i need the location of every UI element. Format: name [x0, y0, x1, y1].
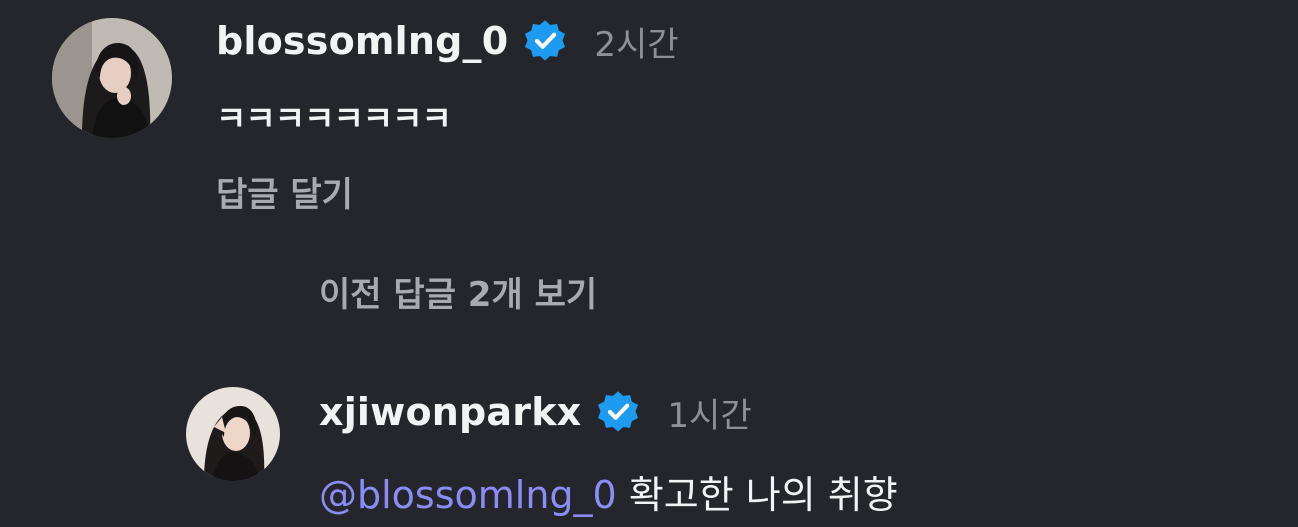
- avatar[interactable]: [186, 387, 280, 481]
- reply-message: 확고한 나의 취향: [628, 473, 898, 517]
- reply-header: xjiwonparkx 1시간: [319, 386, 752, 438]
- username[interactable]: blossomlng_0: [216, 19, 508, 63]
- verified-badge-icon: [595, 389, 641, 435]
- mention-link[interactable]: @blossomlng_0: [319, 473, 617, 517]
- avatar-photo-icon: [186, 387, 280, 481]
- verified-badge-icon: [522, 18, 568, 64]
- view-previous-replies-button[interactable]: 이전 답글 2개 보기: [319, 267, 597, 316]
- timestamp: 1시간: [667, 395, 752, 436]
- reply-text: @blossomlng_0 확고한 나의 취향: [319, 464, 898, 519]
- reply-comment: xjiwonparkx 1시간 @blossomlng_0 확고한 나의 취향: [0, 370, 1298, 527]
- avatar[interactable]: [52, 18, 172, 138]
- avatar-photo-icon: [52, 18, 172, 138]
- comment-header: blossomlng_0 2시간: [216, 15, 679, 67]
- comment-text: ㅋㅋㅋㅋㅋㅋㅋㅋ: [216, 99, 452, 138]
- timestamp: 2시간: [594, 24, 679, 65]
- username[interactable]: xjiwonparkx: [319, 390, 581, 434]
- reply-button[interactable]: 답글 달기: [216, 167, 353, 216]
- comment: blossomlng_0 2시간 ㅋㅋㅋㅋㅋㅋㅋㅋ 답글 달기: [0, 0, 1298, 230]
